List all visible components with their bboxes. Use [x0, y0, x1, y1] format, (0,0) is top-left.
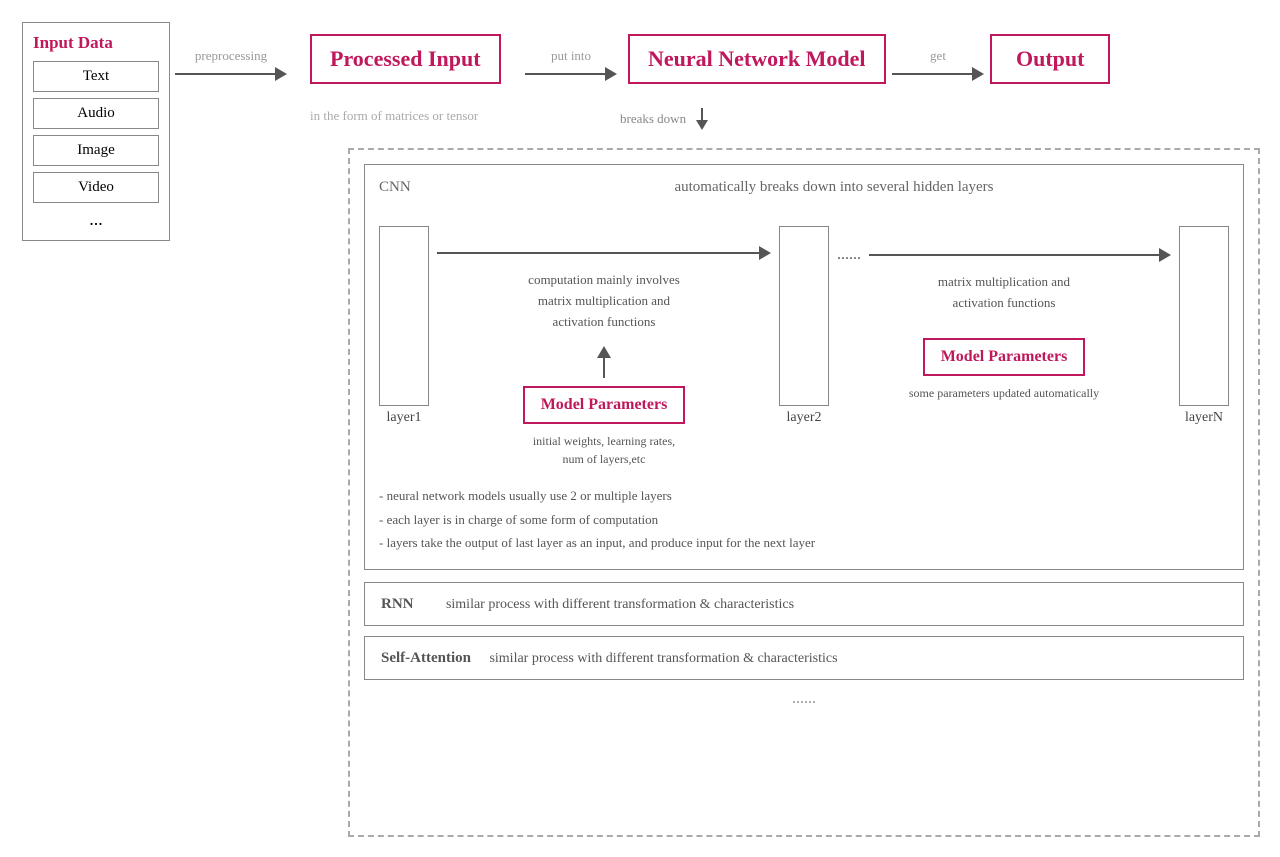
main-dashed-box: CNN automatically breaks down into sever…	[348, 148, 1260, 837]
diagram-container: Input Data Text Audio Image Video ... pr…	[0, 0, 1280, 857]
cnn-top-description: automatically breaks down into several h…	[379, 179, 1229, 196]
output-box: Output	[990, 34, 1110, 84]
layer1-col: layer1	[379, 226, 429, 426]
middle-section-2: ...... matrix multiplication and activat…	[829, 226, 1179, 402]
layer2-col: layer2	[779, 226, 829, 426]
cnn-box: CNN automatically breaks down into sever…	[364, 164, 1244, 570]
preprocessing-label: preprocessing	[195, 48, 267, 64]
input-item-audio: Audio	[33, 98, 159, 129]
get-arrow	[892, 67, 984, 81]
nn-model-box: Neural Network Model	[628, 34, 886, 84]
computation-text-1: computation mainly involves matrix multi…	[528, 270, 680, 332]
bottom-dots: ......	[364, 690, 1244, 708]
sa-description: similar process with different transform…	[489, 651, 837, 666]
breaks-down-group: breaks down	[620, 108, 708, 130]
preprocessing-arrow	[175, 67, 287, 81]
layerN-label: layerN	[1185, 410, 1223, 426]
cnn-inner-layout: layer1 computation mainly involves matri…	[379, 226, 1229, 468]
initial-weights-text: initial weights, learning rates, num of …	[533, 432, 675, 468]
middle-section-1: computation mainly involves matrix multi…	[429, 226, 779, 468]
processed-input-label: Processed Input	[330, 46, 481, 71]
model-params-box-2: Model Parameters	[923, 338, 1086, 376]
processed-input-box: Processed Input	[310, 34, 501, 84]
put-into-label: put into	[551, 48, 591, 64]
down-arrow	[696, 108, 708, 130]
rnn-description: similar process with different transform…	[446, 597, 794, 612]
right-computation-text: matrix multiplication and activation fun…	[938, 272, 1070, 314]
cnn-note-2: - each layer is in charge of some form o…	[379, 508, 1229, 531]
dots-text: ......	[837, 246, 861, 264]
cnn-note-1: - neural network models usually use 2 or…	[379, 484, 1229, 507]
dots-arrow-row: ......	[837, 246, 1171, 264]
model-params-box-1: Model Parameters	[523, 386, 686, 424]
cnn-label: CNN	[379, 179, 411, 196]
put-into-arrow	[525, 67, 617, 81]
get-label: get	[930, 48, 946, 64]
rnn-label: RNN	[381, 596, 414, 612]
model-params-label-1: Model Parameters	[541, 396, 668, 413]
preprocessing-arrow-group: preprocessing	[175, 48, 287, 81]
rnn-box: RNN similar process with different trans…	[364, 582, 1244, 626]
layer1-label: layer1	[387, 410, 422, 426]
layer2-label: layer2	[787, 410, 822, 426]
layerN-col: layerN	[1179, 226, 1229, 426]
breaks-down-label: breaks down	[620, 111, 686, 127]
layerN-box	[1179, 226, 1229, 406]
up-arrow-1	[597, 346, 611, 378]
output-label: Output	[1016, 46, 1084, 71]
cnn-notes: - neural network models usually use 2 or…	[379, 484, 1229, 554]
cnn-note-3: - layers take the output of last layer a…	[379, 531, 1229, 554]
some-params-text: some parameters updated automatically	[909, 384, 1099, 402]
sa-box: Self-Attention similar process with diff…	[364, 636, 1244, 680]
layer1-box	[379, 226, 429, 406]
input-data-title: Input Data	[33, 33, 159, 53]
input-item-text: Text	[33, 61, 159, 92]
sa-label: Self-Attention	[381, 650, 471, 666]
put-into-arrow-group: put into	[525, 48, 617, 81]
input-data-box: Input Data Text Audio Image Video ...	[22, 22, 170, 241]
nn-model-label: Neural Network Model	[648, 46, 866, 71]
horiz-arrow-1	[437, 246, 771, 260]
subtitle-text: in the form of matrices or tensor	[310, 108, 478, 124]
get-arrow-group: get	[892, 48, 984, 81]
input-item-image: Image	[33, 135, 159, 166]
model-params-label-2: Model Parameters	[941, 348, 1068, 365]
input-item-video: Video	[33, 172, 159, 203]
layer2-box	[779, 226, 829, 406]
input-dots: ...	[33, 209, 159, 230]
